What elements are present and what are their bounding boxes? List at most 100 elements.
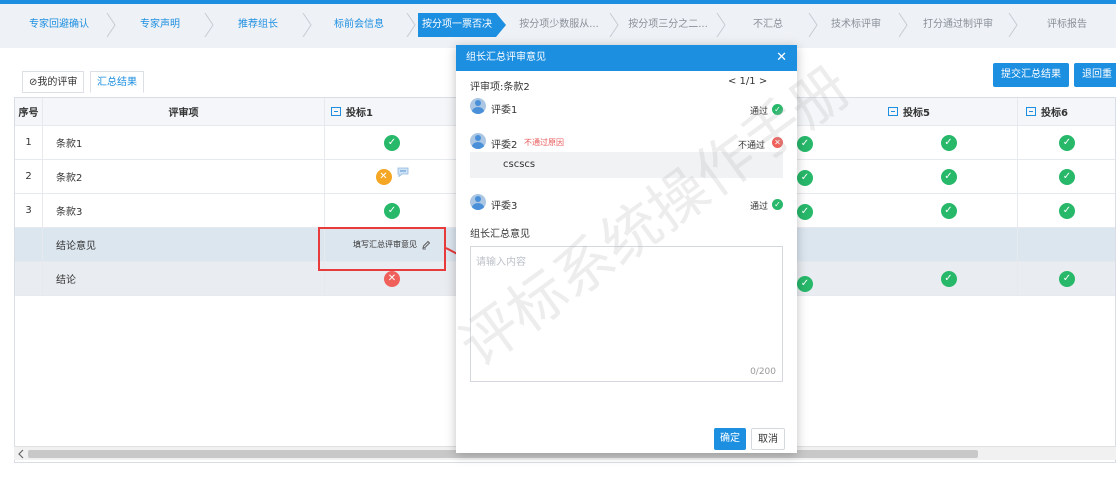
row-no: 2 bbox=[15, 160, 43, 193]
cell-bid1: ✓ bbox=[325, 126, 460, 159]
row-item: 条款3 bbox=[43, 194, 325, 227]
step-separator bbox=[406, 13, 416, 37]
pass-icon: ✓ bbox=[940, 134, 957, 151]
textarea-placeholder: 请输入内容 bbox=[476, 257, 526, 268]
reviewer-result: 不通过 bbox=[738, 141, 766, 151]
reviewer-name: 评委2 bbox=[491, 140, 518, 151]
header-bid1: 投标1 bbox=[325, 98, 460, 125]
fail-reason-tag: 不通过原因 bbox=[524, 138, 564, 147]
column-icon bbox=[1026, 107, 1036, 116]
header-bid6-label: 投标6 bbox=[1041, 108, 1068, 119]
step-separator bbox=[204, 13, 214, 37]
step-two-thirds[interactable]: 按分项三分之二... bbox=[620, 13, 716, 37]
row-no: 3 bbox=[15, 194, 43, 227]
header-no: 序号 bbox=[15, 98, 43, 125]
char-counter: 0/200 bbox=[750, 367, 776, 377]
cell-bid6: ✓ bbox=[1018, 194, 1115, 227]
step-separator bbox=[106, 13, 116, 37]
pass-icon: ✓ bbox=[797, 170, 813, 186]
row-item: 条款1 bbox=[43, 126, 325, 159]
tab-my-review[interactable]: ⊘我的评审 bbox=[22, 71, 85, 93]
cell-bid5: ✓ bbox=[880, 126, 1018, 159]
cell-bid1: ✕ bbox=[325, 160, 460, 193]
step-separator bbox=[716, 13, 726, 37]
reviewer-result: 通过 bbox=[750, 107, 769, 117]
review-item-label: 评审项:条款2 bbox=[470, 82, 530, 93]
dialog-title: 组长汇总评审意见 bbox=[466, 52, 546, 63]
header-item: 评审项 bbox=[43, 98, 325, 125]
step-pre-meeting[interactable]: 标前会信息 bbox=[314, 13, 404, 37]
reviewer-name: 评委1 bbox=[491, 105, 518, 116]
pass-icon: ✓ bbox=[940, 202, 957, 219]
fail-icon: ✕ bbox=[384, 270, 400, 287]
annotation-highlight-box bbox=[318, 227, 446, 271]
cell-bid6 bbox=[1018, 228, 1115, 261]
cell-bid6: ✓ bbox=[1018, 160, 1115, 193]
pass-icon: ✓ bbox=[1059, 270, 1075, 287]
submit-summary-button[interactable]: 提交汇总结果 bbox=[993, 63, 1069, 87]
row-no: 1 bbox=[15, 126, 43, 159]
tab-summary-result[interactable]: 汇总结果 bbox=[90, 71, 144, 93]
step-scoring-pass[interactable]: 打分通过制评审 bbox=[910, 13, 1006, 37]
confirm-button[interactable]: 确定 bbox=[714, 428, 746, 450]
pass-icon: ✓ bbox=[772, 104, 783, 115]
step-bar: 专家回避确认 专家声明 推荐组长 标前会信息 按分项一票否决 按分项少数服从..… bbox=[0, 0, 1116, 48]
return-button[interactable]: 退回重 bbox=[1074, 63, 1116, 87]
reviewer-result: 通过 bbox=[750, 202, 769, 212]
cell-bid6: ✓ bbox=[1018, 262, 1115, 295]
pass-icon: ✓ bbox=[797, 276, 813, 292]
pass-icon: ✓ bbox=[772, 199, 783, 210]
step-separator bbox=[808, 13, 818, 37]
step-arrow-active bbox=[496, 13, 506, 37]
pass-icon: ✓ bbox=[384, 134, 400, 151]
comment-icon[interactable] bbox=[397, 167, 409, 177]
column-icon bbox=[331, 107, 341, 116]
step-technical[interactable]: 技术标评审 bbox=[818, 13, 894, 37]
row-item: 条款2 bbox=[43, 160, 325, 193]
avatar bbox=[470, 194, 486, 210]
pass-icon: ✓ bbox=[940, 270, 957, 287]
pass-icon: ✓ bbox=[384, 202, 400, 219]
header-bid5-label: 投标5 bbox=[903, 108, 930, 119]
cell-bid5: ✓ bbox=[880, 160, 1018, 193]
step-no-summary[interactable]: 不汇总 bbox=[728, 13, 808, 37]
pass-icon: ✓ bbox=[797, 204, 813, 220]
step-separator bbox=[898, 13, 908, 37]
warning-icon[interactable]: ✕ bbox=[375, 168, 392, 185]
step-recommend-leader[interactable]: 推荐组长 bbox=[216, 13, 300, 37]
summary-textarea[interactable]: 请输入内容 0/200 bbox=[470, 246, 783, 382]
step-avoid-confirm[interactable]: 专家回避确认 bbox=[14, 13, 104, 37]
header-bid6: 投标6 bbox=[1018, 98, 1115, 125]
row-no bbox=[15, 262, 43, 295]
fail-icon: ✕ bbox=[772, 137, 783, 148]
avatar bbox=[470, 133, 486, 149]
pass-icon: ✓ bbox=[1059, 202, 1075, 219]
step-report[interactable]: 评标报告 bbox=[1022, 13, 1112, 37]
header-bid5: 投标5 bbox=[880, 98, 1018, 125]
cancel-button[interactable]: 取消 bbox=[751, 428, 785, 450]
step-majority[interactable]: 按分项少数服从... bbox=[509, 13, 609, 37]
step-separator bbox=[609, 13, 619, 37]
close-icon[interactable]: ✕ bbox=[776, 45, 787, 71]
fail-reason-text: cscscs bbox=[470, 152, 783, 178]
row-no bbox=[15, 228, 43, 261]
pass-icon: ✓ bbox=[940, 168, 957, 185]
dialog-header: 组长汇总评审意见 ✕ bbox=[456, 45, 797, 71]
step-veto[interactable]: 按分项一票否决 bbox=[418, 13, 496, 37]
step-separator bbox=[1008, 13, 1018, 37]
header-bid1-label: 投标1 bbox=[346, 108, 373, 119]
column-icon bbox=[888, 107, 898, 116]
cell-bid1: ✓ bbox=[325, 194, 460, 227]
pass-icon: ✓ bbox=[1059, 134, 1075, 151]
reviewer-name: 评委3 bbox=[491, 201, 518, 212]
step-declaration[interactable]: 专家声明 bbox=[118, 13, 202, 37]
opinion-label: 结论意见 bbox=[43, 228, 325, 261]
pass-icon: ✓ bbox=[797, 136, 813, 152]
conclusion-label: 结论 bbox=[43, 262, 325, 295]
summary-label: 组长汇总意见 bbox=[470, 229, 530, 240]
cell-bid6: ✓ bbox=[1018, 126, 1115, 159]
cell-bid5 bbox=[880, 228, 1018, 261]
dialog-pager[interactable]: < 1/1 > bbox=[728, 76, 767, 87]
leader-summary-dialog: 组长汇总评审意见 ✕ 评审项:条款2 < 1/1 > 评委1 通过 ✓ 评委2 … bbox=[456, 45, 797, 453]
scroll-left-icon[interactable] bbox=[17, 449, 25, 459]
